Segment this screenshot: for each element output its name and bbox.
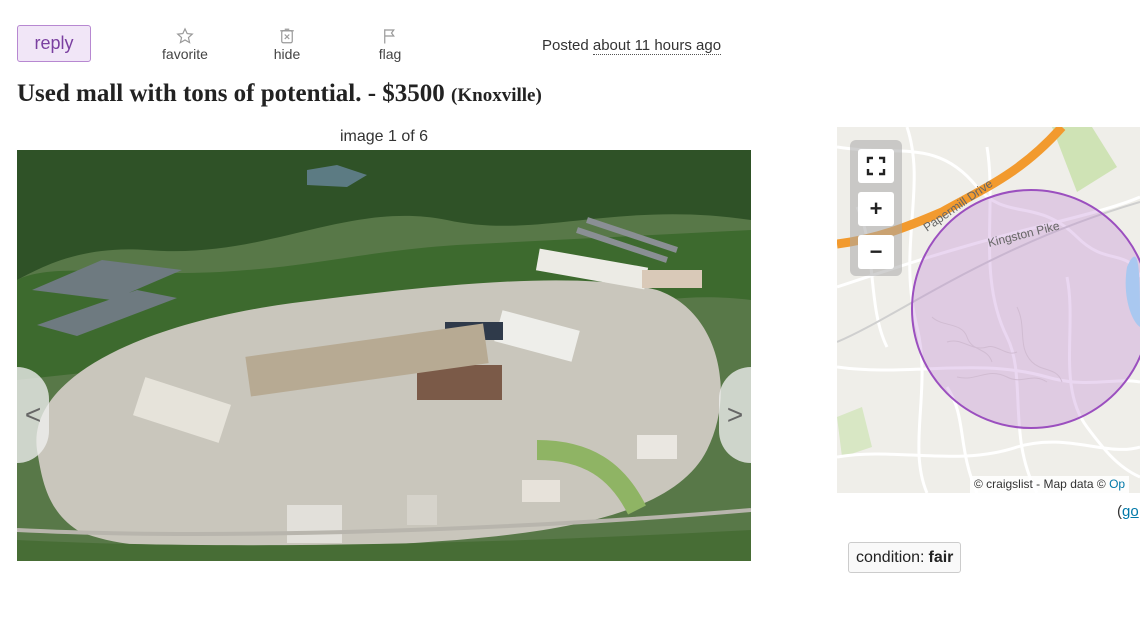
posting-title: Used mall with tons of potential. - $350…: [17, 80, 542, 108]
hide-label: hide: [273, 46, 301, 62]
attribution-text: © craigslist - Map data ©: [974, 477, 1106, 491]
condition-label: condition:: [856, 548, 925, 566]
hide-button[interactable]: hide: [252, 24, 322, 62]
posted-time: about 11 hours ago: [592, 37, 722, 55]
title-text: Used mall with tons of potential.: [17, 80, 362, 107]
listing-photo[interactable]: [17, 150, 751, 561]
image-counter: image 1 of 6: [339, 128, 429, 145]
condition-value: fair: [928, 548, 954, 566]
reply-button[interactable]: reply: [17, 25, 91, 62]
trash-icon: [252, 24, 322, 46]
flag-label: flag: [378, 46, 402, 62]
location: (Knoxville): [451, 85, 542, 106]
price: - $3500: [367, 80, 445, 107]
favorite-label: favorite: [162, 46, 208, 62]
favorite-button[interactable]: favorite: [150, 24, 220, 62]
posted-date: Posted about 11 hours ago: [542, 37, 722, 55]
fullscreen-button[interactable]: [858, 149, 894, 183]
osm-link[interactable]: Op: [1109, 477, 1125, 491]
posted-prefix: Posted: [542, 37, 589, 54]
next-image-button[interactable]: >: [719, 367, 751, 463]
map-attribution: © craigslist - Map data © Op: [970, 476, 1130, 493]
flag-button[interactable]: flag: [355, 24, 425, 62]
aerial-mall-image: [17, 150, 751, 561]
fullscreen-icon: [866, 156, 886, 176]
google-map-link-wrapper: (go: [1117, 503, 1139, 520]
google-map-link[interactable]: go: [1122, 503, 1139, 520]
flag-icon: [355, 24, 425, 46]
condition-attribute: condition: fair: [848, 542, 962, 573]
star-icon: [150, 24, 220, 46]
zoom-out-button[interactable]: −: [858, 235, 894, 269]
zoom-in-button[interactable]: +: [858, 192, 894, 226]
